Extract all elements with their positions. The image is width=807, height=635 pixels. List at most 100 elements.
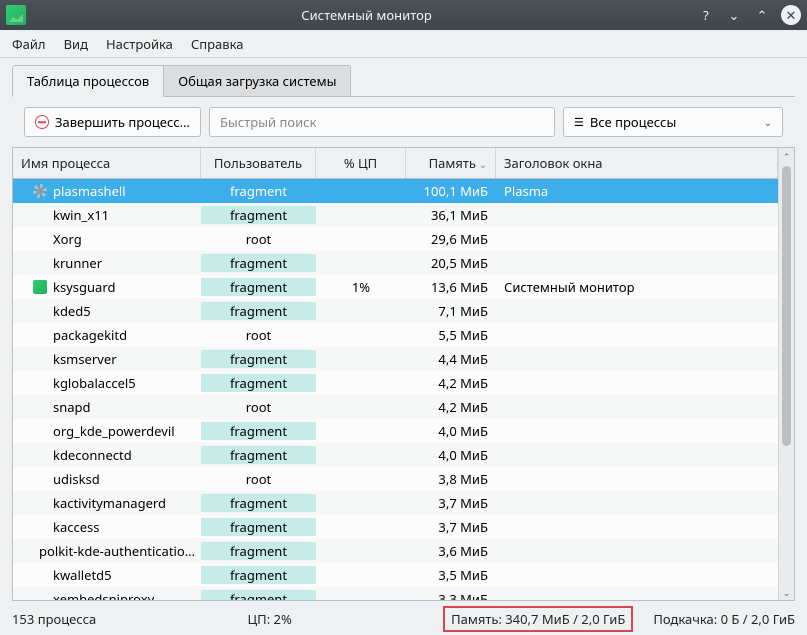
cell-name: udisksd xyxy=(13,470,201,488)
cell-name: kactivitymanagerd xyxy=(13,494,201,512)
menu-file[interactable]: Файл xyxy=(12,35,46,53)
cell-name: kwin_x11 xyxy=(13,206,201,224)
scroll-down-icon[interactable]: ⌄ xyxy=(779,584,794,600)
table-row[interactable]: snapd root 4,2 МиБ xyxy=(13,395,778,419)
cell-user: fragment xyxy=(201,494,316,512)
process-name: kwin_x11 xyxy=(53,206,109,224)
table-row[interactable]: polkit-kde-authenticatio…fragment3,6 МиБ xyxy=(13,539,778,563)
process-name: snapd xyxy=(53,398,91,416)
minimize-icon[interactable]: ⌄ xyxy=(725,6,743,24)
cell-memory: 3,7 МиБ xyxy=(406,494,496,512)
process-name: kglobalaccel5 xyxy=(53,374,136,392)
status-memory: Память: 340,7 МиБ / 2,0 ГиБ xyxy=(443,606,633,632)
cell-name: packagekitd xyxy=(13,326,201,344)
col-window-title[interactable]: Заголовок окна xyxy=(496,148,778,178)
cell-name: ksysguard xyxy=(13,278,201,296)
table-row[interactable]: plasmashellfragment100,1 МиБPlasma xyxy=(13,179,778,203)
cell-cpu: 1% xyxy=(316,278,406,296)
cell-memory: 7,1 МиБ xyxy=(406,302,496,320)
scroll-thumb[interactable] xyxy=(782,166,791,446)
process-table: Имя процесса Пользователь % ЦП Память За… xyxy=(12,147,795,601)
cell-user: fragment xyxy=(201,446,316,464)
cell-user: fragment xyxy=(201,254,316,272)
cell-memory: 5,5 МиБ xyxy=(406,326,496,344)
cell-name: kwalletd5 xyxy=(13,566,201,584)
menubar: Файл Вид Настройка Справка xyxy=(0,30,807,58)
cell-user: fragment xyxy=(201,590,316,600)
menu-settings[interactable]: Настройка xyxy=(106,35,173,53)
cell-memory: 4,2 МиБ xyxy=(406,398,496,416)
menu-view[interactable]: Вид xyxy=(64,35,88,53)
help-icon[interactable]: ? xyxy=(697,6,715,24)
col-memory[interactable]: Память xyxy=(406,148,496,178)
search-input[interactable]: Быстрый поиск xyxy=(209,107,555,137)
cell-user: root xyxy=(201,398,316,416)
toolbar: Завершить процесс… Быстрый поиск ☰ Все п… xyxy=(12,96,795,147)
end-process-button[interactable]: Завершить процесс… xyxy=(24,107,201,137)
process-name: krunner xyxy=(53,254,102,272)
menu-help[interactable]: Справка xyxy=(191,35,244,53)
close-icon[interactable]: ✕ xyxy=(781,5,801,25)
cell-memory: 29,6 МиБ xyxy=(406,230,496,248)
table-row[interactable]: packagekitd root 5,5 МиБ xyxy=(13,323,778,347)
cell-user: fragment xyxy=(201,350,316,368)
cell-name: xembedsniproxy xyxy=(13,590,201,600)
stop-icon xyxy=(35,115,49,129)
titlebar: Системный монитор ? ⌄ ⌃ ✕ xyxy=(0,0,807,30)
table-row[interactable]: xembedsniproxyfragment3,3 МиБ xyxy=(13,587,778,600)
status-cpu: ЦП: 2% xyxy=(248,610,292,628)
tab-system-load[interactable]: Общая загрузка системы xyxy=(164,65,351,97)
cell-title: Plasma xyxy=(496,182,778,200)
cell-memory: 100,1 МиБ xyxy=(406,182,496,200)
cell-memory: 36,1 МиБ xyxy=(406,206,496,224)
cell-user: root xyxy=(201,470,316,488)
cell-user: fragment xyxy=(201,302,316,320)
process-name: polkit-kde-authenticatio… xyxy=(39,542,195,560)
cell-name: kaccess xyxy=(13,518,201,536)
filter-label: Все процессы xyxy=(590,113,758,131)
scrollbar[interactable]: ⌃ ⌄ xyxy=(778,148,794,600)
process-filter-select[interactable]: ☰ Все процессы ⌄ xyxy=(563,107,783,137)
list-icon: ☰ xyxy=(574,115,584,130)
cell-memory: 4,2 МиБ xyxy=(406,374,496,392)
table-row[interactable]: Xorg root 29,6 МиБ xyxy=(13,227,778,251)
cell-user: root xyxy=(201,230,316,248)
table-row[interactable]: krunnerfragment20,5 МиБ xyxy=(13,251,778,275)
cell-memory: 4,0 МиБ xyxy=(406,422,496,440)
table-row[interactable]: udisksdroot3,8 МиБ xyxy=(13,467,778,491)
cell-memory: 4,4 МиБ xyxy=(406,350,496,368)
table-body: plasmashellfragment100,1 МиБPlasmakwin_x… xyxy=(13,179,778,600)
table-row[interactable]: kded5fragment7,1 МиБ xyxy=(13,299,778,323)
col-user[interactable]: Пользователь xyxy=(201,148,316,178)
process-icon xyxy=(33,184,47,198)
cell-name: polkit-kde-authenticatio… xyxy=(13,542,201,560)
tab-processes[interactable]: Таблица процессов xyxy=(12,65,164,97)
table-row[interactable]: kaccessfragment3,7 МиБ xyxy=(13,515,778,539)
process-name: Xorg xyxy=(53,230,82,248)
table-row[interactable]: org_kde_powerdevilfragment4,0 МиБ xyxy=(13,419,778,443)
table-row[interactable]: kdeconnectdfragment 4,0 МиБ xyxy=(13,443,778,467)
table-row[interactable]: kwin_x11fragment36,1 МиБ xyxy=(13,203,778,227)
end-process-label: Завершить процесс… xyxy=(55,113,190,131)
cell-user: root xyxy=(201,326,316,344)
table-row[interactable]: ksysguardfragment1%13,6 МиБСистемный мон… xyxy=(13,275,778,299)
table-row[interactable]: ksmserverfragment 4,4 МиБ xyxy=(13,347,778,371)
scroll-up-icon[interactable]: ⌃ xyxy=(779,148,794,164)
col-cpu[interactable]: % ЦП xyxy=(316,148,406,178)
cell-name: kdeconnectd xyxy=(13,446,201,464)
maximize-icon[interactable]: ⌃ xyxy=(753,6,771,24)
cell-memory: 4,0 МиБ xyxy=(406,446,496,464)
cell-user: fragment xyxy=(201,566,316,584)
table-row[interactable]: kactivitymanagerdfragment 3,7 МиБ xyxy=(13,491,778,515)
process-icon xyxy=(33,280,47,294)
process-name: packagekitd xyxy=(53,326,127,344)
cell-name: krunner xyxy=(13,254,201,272)
col-name[interactable]: Имя процесса xyxy=(13,148,201,178)
table-row[interactable]: kwalletd5fragment3,5 МиБ xyxy=(13,563,778,587)
table-row[interactable]: kglobalaccel5 fragment 4,2 МиБ xyxy=(13,371,778,395)
cell-name: ksmserver xyxy=(13,350,201,368)
app-icon xyxy=(6,5,26,25)
process-name: plasmashell xyxy=(53,182,126,200)
cell-name: snapd xyxy=(13,398,201,416)
cell-user: fragment xyxy=(201,374,316,392)
